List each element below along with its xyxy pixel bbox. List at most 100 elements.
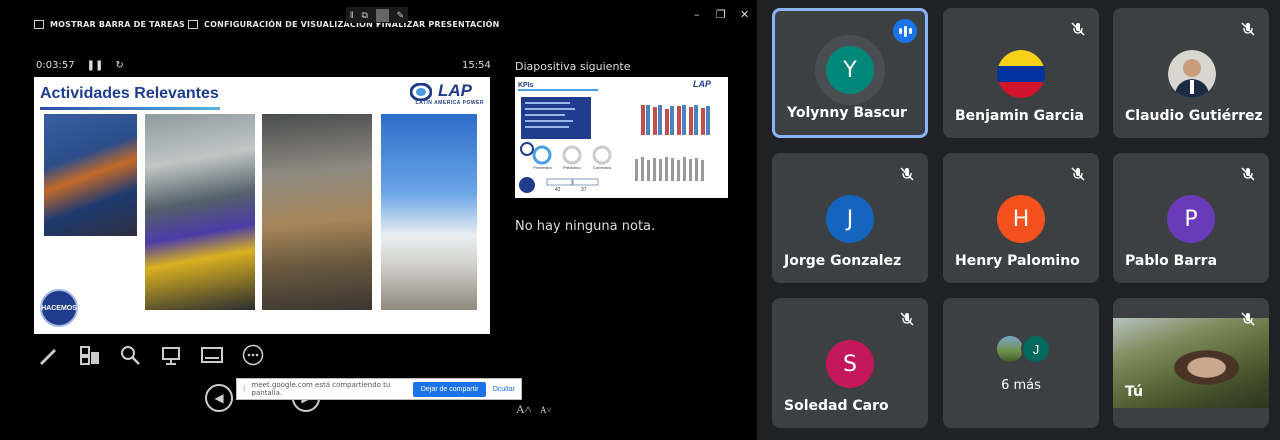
- share-mini-toolbar[interactable]: ‖ ⧉ ✎: [346, 7, 408, 23]
- participant-tile-yolynny[interactable]: Y Yolynny Bascur: [772, 8, 928, 138]
- next-slide-logo: LAP: [693, 79, 712, 89]
- participant-name: Pablo Barra: [1125, 253, 1218, 269]
- participant-tile-benjamin[interactable]: Benjamin Garcia: [943, 8, 1099, 138]
- mic-off-icon: [896, 308, 918, 330]
- more-options-button[interactable]: [241, 343, 265, 367]
- decrease-font-button[interactable]: A˅: [540, 405, 552, 415]
- kpi-label-2: Predictivo: [563, 165, 581, 170]
- participant-tile-soledad[interactable]: S Soledad Caro: [772, 298, 928, 428]
- stop-share-icon[interactable]: [375, 8, 389, 22]
- arrow-left-icon: ◀: [214, 391, 224, 405]
- current-time: 15:54: [462, 60, 491, 71]
- elapsed-timer: 0:03:57 ❚❚ ↻: [36, 60, 124, 71]
- mic-off-icon: [896, 163, 918, 185]
- next-slide-label: Diapositiva siguiente: [515, 60, 631, 73]
- screen-button[interactable]: [159, 343, 183, 367]
- hacemos-badge: HACEMOS: [40, 289, 78, 327]
- kpi-value-2: 37: [581, 187, 587, 193]
- share-message: meet.google.com está compartiendo tu pan…: [251, 381, 391, 397]
- profile-photo-avatar: [1168, 50, 1216, 98]
- avatar: S: [826, 340, 874, 388]
- participant-name: Henry Palomino: [955, 253, 1080, 269]
- more-icon: [242, 344, 264, 366]
- self-video-tile[interactable]: Tú: [1113, 298, 1269, 428]
- lap-logo-text: LAP: [438, 81, 472, 100]
- reset-timer-icon[interactable]: ↻: [115, 60, 123, 71]
- hide-banner-button[interactable]: Ocultar: [492, 386, 515, 393]
- next-slide-thumbnail: KPIs LAP Preventivo Predictivo Correctiv…: [518, 79, 712, 193]
- grid-icon: [80, 346, 99, 365]
- slide-navigation: ◀: [205, 384, 233, 412]
- mic-off-icon: [1237, 18, 1259, 40]
- activity-photo-3: [262, 114, 372, 310]
- slide-title: Actividades Relevantes: [40, 85, 219, 102]
- screen: MOSTRAR BARRA DE TAREAS CONFIGURACIÓN DE…: [0, 0, 1280, 440]
- show-taskbar-button[interactable]: MOSTRAR BARRA DE TAREAS: [34, 20, 185, 29]
- participant-name: Benjamin Garcia: [955, 108, 1084, 124]
- next-slide-preview[interactable]: KPIs LAP Preventivo Predictivo Correctiv…: [515, 77, 728, 198]
- next-slide-title: KPIs: [518, 82, 534, 89]
- activity-photo-2: [145, 114, 255, 310]
- elapsed-time: 0:03:57: [36, 60, 75, 71]
- mic-off-icon: [1067, 18, 1089, 40]
- lap-logo-icon: [410, 83, 432, 101]
- mic-off-icon: [1237, 163, 1259, 185]
- screen-icon: [162, 347, 180, 365]
- pen-tool-button[interactable]: [36, 343, 60, 367]
- kpi-value-1: 42: [555, 187, 561, 193]
- grip-icon: ‖: [349, 10, 354, 20]
- pause-icon[interactable]: ❚❚: [87, 60, 104, 71]
- venezuela-flag-avatar: [997, 50, 1045, 98]
- drag-handle-icon[interactable]: ⁞: [243, 384, 246, 394]
- presenter-tools: [36, 343, 265, 367]
- participant-tile-jorge[interactable]: J Jorge Gonzalez: [772, 153, 928, 283]
- magnifier-icon: [121, 346, 140, 365]
- participant-name: Tú: [1125, 384, 1143, 400]
- pin-icon[interactable]: ✎: [397, 10, 405, 21]
- speaker-notes: No hay ninguna nota.: [515, 219, 656, 234]
- avatar: Y: [826, 46, 874, 94]
- avatar: J: [1021, 334, 1051, 364]
- subtitles-icon: [201, 347, 223, 363]
- mic-off-icon: [1237, 308, 1259, 330]
- close-icon[interactable]: ✕: [740, 8, 749, 21]
- participant-name: Yolynny Bascur: [787, 105, 907, 121]
- participant-tile-pablo[interactable]: P Pablo Barra: [1113, 153, 1269, 283]
- presenter-topbar: MOSTRAR BARRA DE TAREAS CONFIGURACIÓN DE…: [0, 0, 757, 50]
- window-icon[interactable]: ⧉: [361, 10, 367, 21]
- participant-tile-claudio[interactable]: Claudio Gutiérrez: [1113, 8, 1269, 138]
- activity-photo-4: [381, 114, 477, 310]
- more-participants-label: 6 más: [1001, 378, 1041, 393]
- minimize-icon[interactable]: –: [694, 8, 700, 21]
- title-underline: [40, 107, 220, 110]
- stop-sharing-button[interactable]: Dejar de compartir: [412, 381, 487, 397]
- previous-slide-button[interactable]: ◀: [205, 384, 233, 412]
- avatar: J: [826, 195, 874, 243]
- all-slides-button[interactable]: [77, 343, 101, 367]
- participant-name: Jorge Gonzalez: [784, 253, 902, 269]
- activity-photo-1: [44, 114, 137, 236]
- kpi-label-3: Correctivo: [593, 165, 612, 170]
- zoom-button[interactable]: [118, 343, 142, 367]
- more-avatars: J: [995, 334, 1051, 364]
- show-taskbar-label: MOSTRAR BARRA DE TAREAS: [50, 20, 185, 29]
- current-slide[interactable]: Actividades Relevantes LAP LATIN AMERICA…: [34, 77, 490, 334]
- taskbar-icon: [34, 20, 44, 29]
- mic-off-icon: [1067, 163, 1089, 185]
- avatar: H: [997, 195, 1045, 243]
- participant-tile-henry[interactable]: H Henry Palomino: [943, 153, 1099, 283]
- lap-logo-subtitle: LATIN AMERICA POWER: [415, 100, 484, 106]
- more-participants-tile[interactable]: J 6 más: [943, 298, 1099, 428]
- participant-name: Claudio Gutiérrez: [1125, 108, 1263, 124]
- avatar: P: [1167, 195, 1215, 243]
- increase-font-button[interactable]: A˄: [516, 402, 531, 417]
- speaking-indicator-icon: [893, 19, 917, 43]
- presenter-view: MOSTRAR BARRA DE TAREAS CONFIGURACIÓN DE…: [0, 0, 757, 440]
- restore-icon[interactable]: ❐: [716, 8, 726, 21]
- kpi-label-1: Preventivo: [533, 165, 553, 170]
- screen-share-banner: ⁞ meet.google.com está compartiendo tu p…: [236, 378, 522, 400]
- display-settings-icon: [188, 20, 198, 29]
- subtitles-button[interactable]: [200, 343, 224, 367]
- pen-icon: [40, 349, 56, 365]
- participant-name: Soledad Caro: [784, 398, 889, 414]
